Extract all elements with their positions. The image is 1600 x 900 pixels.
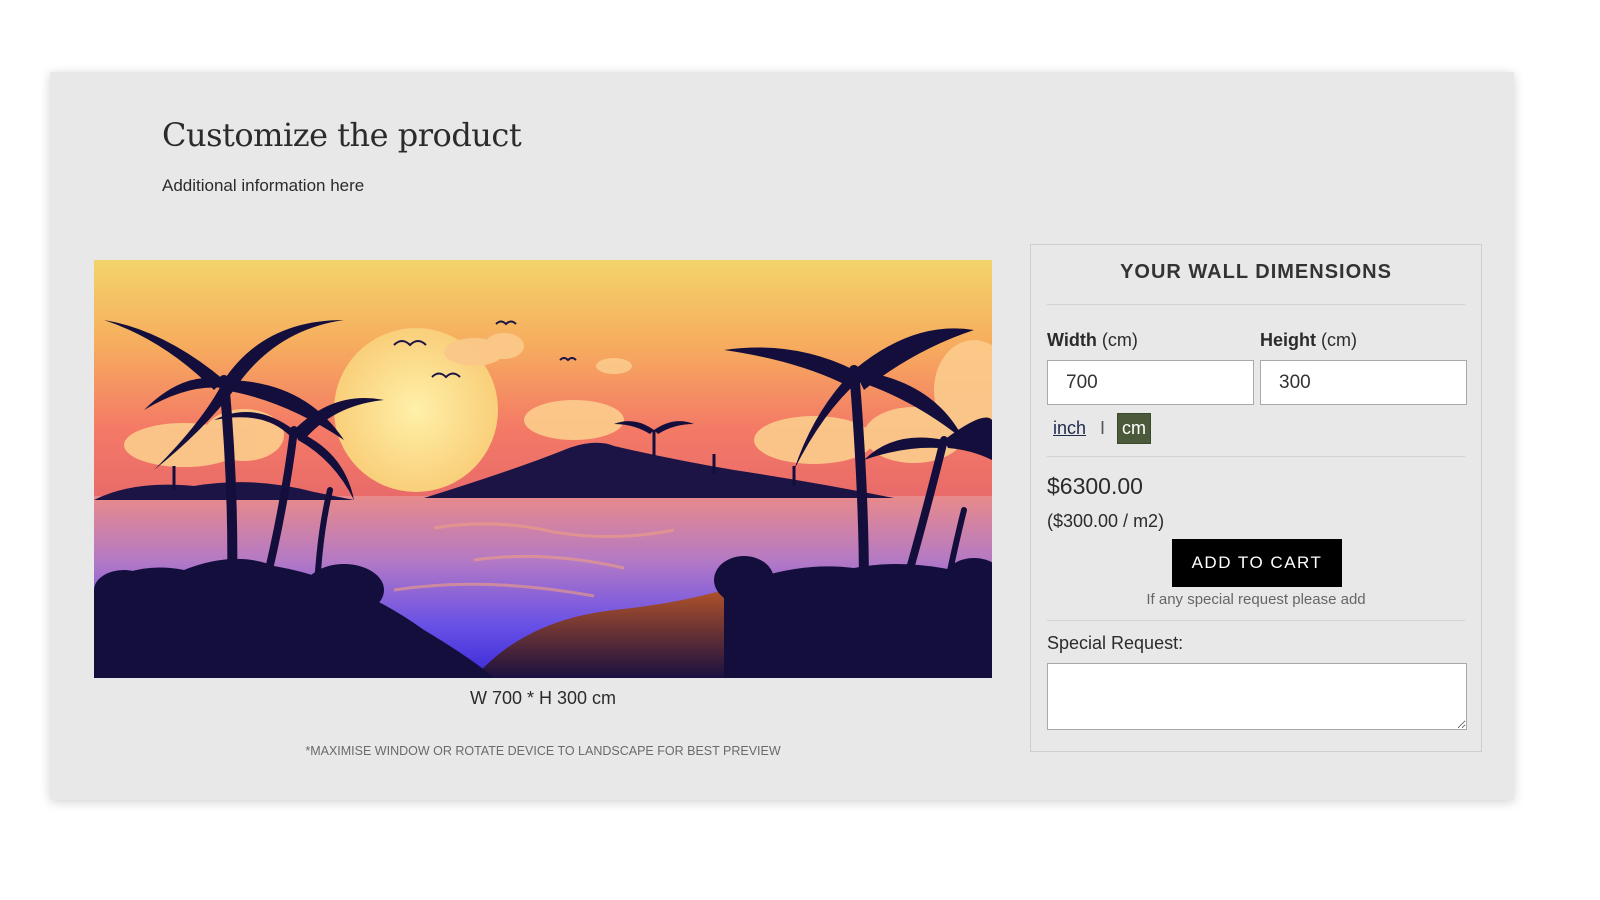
page-subtitle: Additional information here <box>162 176 365 195</box>
mural-preview-image <box>94 260 992 678</box>
total-price: $6300.00 <box>1047 473 1143 499</box>
preview-orientation-note: *MAXIMISE WINDOW OR ROTATE DEVICE TO LAN… <box>305 744 781 758</box>
special-request-label: Special Request: <box>1047 633 1184 653</box>
height-label-unit: (cm) <box>1321 330 1357 350</box>
panel-title: YOUR WALL DIMENSIONS <box>1120 261 1392 283</box>
height-input[interactable] <box>1260 360 1467 405</box>
price-per-square-meter: ($300.00 / m2) <box>1047 511 1165 531</box>
add-to-cart-button[interactable]: ADD TO CART <box>1172 539 1342 587</box>
width-label-unit: (cm) <box>1101 330 1138 350</box>
width-input[interactable] <box>1047 360 1254 405</box>
page-title: Customize the product <box>162 116 522 154</box>
panel-divider <box>1047 456 1465 457</box>
panel-divider <box>1047 620 1465 621</box>
customize-card: Customize the product Additional informa… <box>50 72 1514 800</box>
wall-dimensions-panel: YOUR WALL DIMENSIONS Width (cm) Height (… <box>1030 244 1482 752</box>
panel-divider <box>1047 304 1465 305</box>
width-label-text: Width <box>1047 330 1097 350</box>
special-request-hint: If any special request please add <box>1146 591 1366 608</box>
unit-toggle: inch I cm <box>1051 412 1152 444</box>
width-label: Width (cm) <box>1047 330 1138 351</box>
preview-dimension-caption: W 700 * H 300 cm <box>469 688 617 708</box>
unit-inch-link[interactable]: inch <box>1051 418 1088 439</box>
height-label: Height (cm) <box>1260 330 1357 351</box>
sunset-palm-illustration <box>94 260 992 678</box>
unit-cm-button[interactable]: cm <box>1117 412 1152 444</box>
special-request-textarea[interactable] <box>1047 663 1467 730</box>
unit-separator: I <box>1100 417 1106 438</box>
height-label-text: Height <box>1260 330 1316 350</box>
